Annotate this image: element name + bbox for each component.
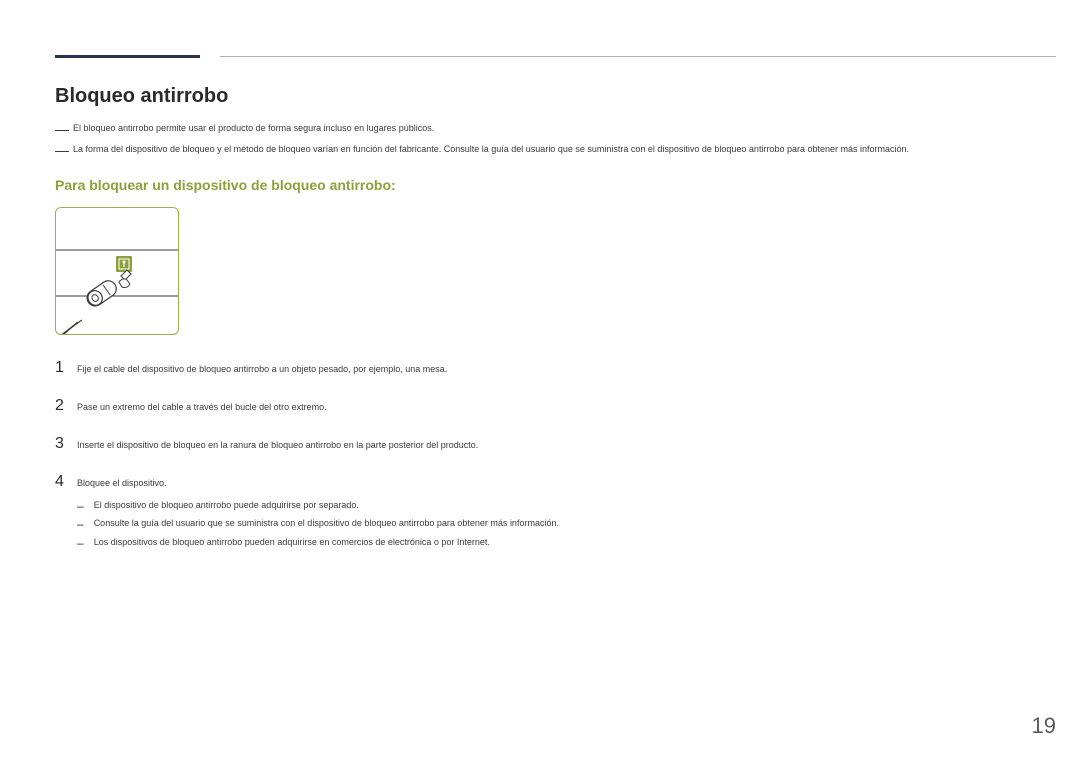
step-number: 2 [55,397,77,415]
sub-note-text: El dispositivo de bloqueo antirrobo pued… [94,499,359,512]
note-text: La forma del dispositivo de bloqueo y el… [73,143,909,156]
dash-icon: ‒ [77,499,84,515]
step-text: Pase un extremo del cable a través del b… [77,401,327,415]
step-1: 1 Fije el cable del dispositivo de bloqu… [55,359,1056,377]
sub-note-3: ‒ Los dispositivos de bloqueo antirrobo … [77,536,1056,552]
step-text: Fije el cable del dispositivo de bloqueo… [77,363,447,377]
sub-notes: ‒ El dispositivo de bloqueo antirrobo pu… [55,499,1056,552]
step-number: 1 [55,359,77,377]
lock-diagram-svg [56,208,179,335]
step-number: 3 [55,435,77,453]
step-3: 3 Inserte el dispositivo de bloqueo en l… [55,435,1056,453]
dash-icon: ― [55,122,69,137]
sub-heading: Para bloquear un dispositivo de bloqueo … [55,177,1056,193]
dash-icon: ― [55,143,69,158]
lock-diagram [55,207,179,335]
header-note-1: ― El bloqueo antirrobo permite usar el p… [55,122,1056,137]
page-number: 19 [1032,713,1056,739]
step-text: Inserte el dispositivo de bloqueo en la … [77,439,478,453]
section-heading: Bloqueo antirrobo [55,85,1056,108]
dash-icon: ‒ [77,536,84,552]
header-note-2: ― La forma del dispositivo de bloqueo y … [55,143,1056,158]
note-text: El bloqueo antirrobo permite usar el pro… [73,122,434,135]
step-number: 4 [55,473,77,491]
step-2: 2 Pase un extremo del cable a través del… [55,397,1056,415]
sub-note-text: Los dispositivos de bloqueo antirrobo pu… [94,536,490,549]
sub-note-2: ‒ Consulte la guía del usuario que se su… [77,517,1056,533]
thin-rule [220,56,1056,57]
page-top-border [55,55,1056,57]
sub-note-1: ‒ El dispositivo de bloqueo antirrobo pu… [77,499,1056,515]
sub-note-text: Consulte la guía del usuario que se sumi… [94,517,559,530]
dash-icon: ‒ [77,517,84,533]
step-4: 4 Bloquee el dispositivo. [55,473,1056,491]
accent-bar [55,55,200,58]
step-text: Bloquee el dispositivo. [77,477,167,491]
